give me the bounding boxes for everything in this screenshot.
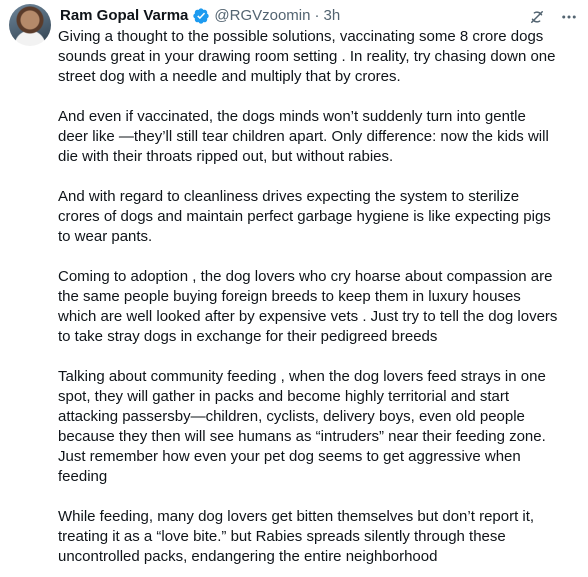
verified-badge-icon [192, 7, 210, 25]
tweet-paragraph: Talking about community feeding , when t… [58, 368, 546, 485]
more-icon[interactable] [560, 8, 578, 26]
grok-icon[interactable] [528, 8, 546, 26]
tweet-text: Giving a thought to the possible solutio… [58, 27, 582, 567]
tweet-paragraph: Coming to adoption , the dog lovers who … [58, 268, 558, 345]
tweet-paragraph: While feeding, many dog lovers get bitte… [58, 508, 535, 565]
tweet-paragraph: Giving a thought to the possible solutio… [58, 28, 556, 85]
tweet-header: Ram Gopal Varma @RGVzoomin · 3h [60, 5, 340, 27]
author-name[interactable]: Ram Gopal Varma [60, 6, 188, 26]
tweet-paragraph: And even if vaccinated, the dogs minds w… [58, 108, 549, 165]
tweet-paragraph: And with regard to cleanliness drives ex… [58, 188, 551, 245]
separator-dot: · [314, 7, 320, 24]
avatar[interactable] [9, 4, 51, 46]
tweet-actions [528, 8, 578, 26]
author-handle[interactable]: @RGVzoomin [214, 6, 310, 26]
tweet-time[interactable]: 3h [323, 6, 340, 26]
